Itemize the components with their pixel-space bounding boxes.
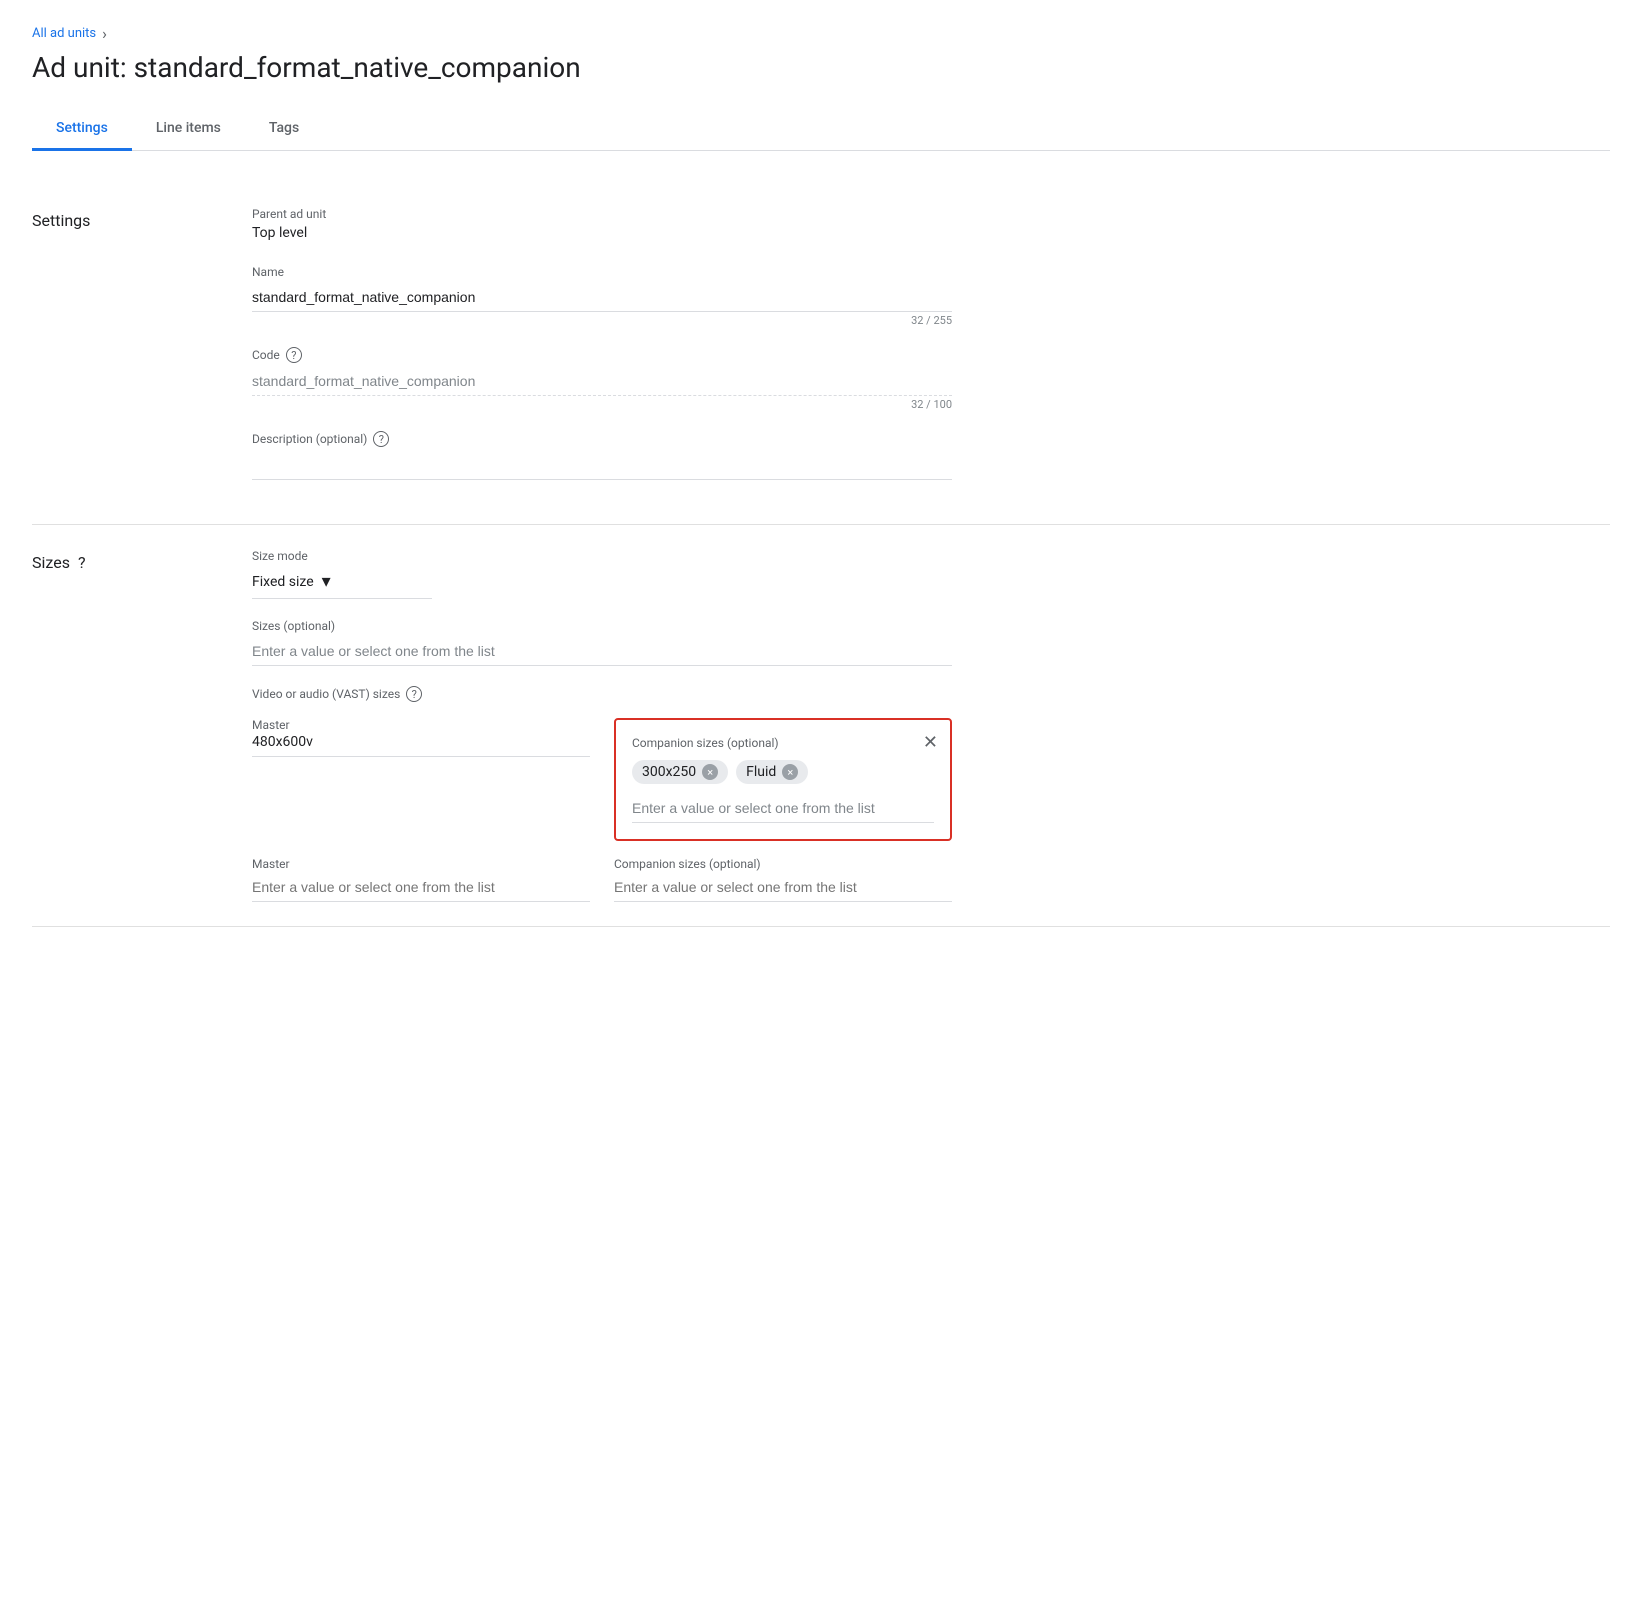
vast-label: Video or audio (VAST) sizes ? [252, 686, 952, 702]
tabs-bar: Settings Line items Tags [32, 108, 1610, 151]
size-mode-field: Size mode Fixed size ▾ [252, 549, 952, 599]
name-char-count: 32 / 255 [252, 314, 952, 327]
vast-master-col: Master 480x600v [252, 718, 590, 841]
sizes-section-label: Sizes ? [32, 549, 252, 902]
size-mode-dropdown[interactable]: Fixed size ▾ [252, 567, 432, 599]
code-label: Code ? [252, 347, 952, 363]
tab-settings[interactable]: Settings [32, 108, 132, 151]
settings-section: Settings Parent ad unit Top level Name 3… [32, 183, 1610, 525]
chip-fluid-close[interactable]: × [782, 764, 798, 780]
sizes-help-icon[interactable]: ? [78, 553, 86, 572]
settings-section-label: Settings [32, 207, 252, 500]
chip-300x250: 300x250 × [632, 760, 728, 784]
code-help-icon[interactable]: ? [286, 347, 302, 363]
name-label: Name [252, 265, 952, 279]
bottom-master-col: Master [252, 857, 590, 902]
companion-box-label: Companion sizes (optional) [632, 736, 934, 750]
size-mode-label: Size mode [252, 549, 952, 563]
bottom-companion-label: Companion sizes (optional) [614, 857, 952, 871]
chip-row: 300x250 × Fluid × [632, 760, 934, 784]
vast-master-value: 480x600v [252, 734, 590, 757]
sizes-optional-field: Sizes (optional) [252, 619, 952, 666]
companion-box: Companion sizes (optional) 300x250 × Flu… [614, 718, 952, 841]
code-input[interactable] [252, 367, 952, 396]
sizes-section-content: Size mode Fixed size ▾ Sizes (optional) … [252, 549, 952, 902]
chip-300x250-label: 300x250 [642, 764, 696, 780]
bottom-master-input[interactable] [252, 875, 590, 902]
description-field: Description (optional) ? [252, 431, 952, 480]
parent-ad-unit-field: Parent ad unit Top level [252, 207, 952, 245]
code-field: Code ? 32 / 100 [252, 347, 952, 411]
breadcrumb-chevron-icon: › [102, 24, 107, 43]
bottom-master-label: Master [252, 857, 590, 871]
chip-fluid: Fluid × [736, 760, 808, 784]
name-field: Name 32 / 255 [252, 265, 952, 327]
tab-tags[interactable]: Tags [245, 108, 323, 151]
description-input[interactable] [252, 451, 952, 480]
vast-row: Master 480x600v Companion sizes (optiona… [252, 718, 952, 841]
bottom-companion-input[interactable] [614, 875, 952, 902]
bottom-companion-col: Companion sizes (optional) [614, 857, 952, 902]
companion-box-close-icon[interactable]: ✕ [923, 732, 938, 753]
settings-section-content: Parent ad unit Top level Name 32 / 255 C… [252, 207, 952, 500]
vast-help-icon[interactable]: ? [406, 686, 422, 702]
tab-line-items[interactable]: Line items [132, 108, 245, 151]
breadcrumb: All ad units › [32, 24, 1610, 43]
name-input[interactable] [252, 283, 952, 312]
breadcrumb-link[interactable]: All ad units [32, 26, 96, 41]
bottom-vast-row: Master Companion sizes (optional) [252, 857, 952, 902]
parent-ad-unit-label: Parent ad unit [252, 207, 952, 221]
parent-ad-unit-value: Top level [252, 225, 952, 245]
description-help-icon[interactable]: ? [373, 431, 389, 447]
sizes-optional-input[interactable] [252, 637, 952, 666]
page-title: Ad unit: standard_format_native_companio… [32, 51, 1610, 84]
sizes-section: Sizes ? Size mode Fixed size ▾ Sizes (op… [32, 525, 1610, 927]
code-char-count: 32 / 100 [252, 398, 952, 411]
size-mode-value: Fixed size [252, 574, 314, 590]
description-label: Description (optional) ? [252, 431, 952, 447]
vast-master-label: Master [252, 718, 590, 732]
chip-300x250-close[interactable]: × [702, 764, 718, 780]
sizes-optional-label: Sizes (optional) [252, 619, 952, 633]
chip-fluid-label: Fluid [746, 764, 776, 780]
dropdown-arrow-icon: ▾ [322, 571, 331, 592]
companion-input[interactable] [632, 794, 934, 823]
